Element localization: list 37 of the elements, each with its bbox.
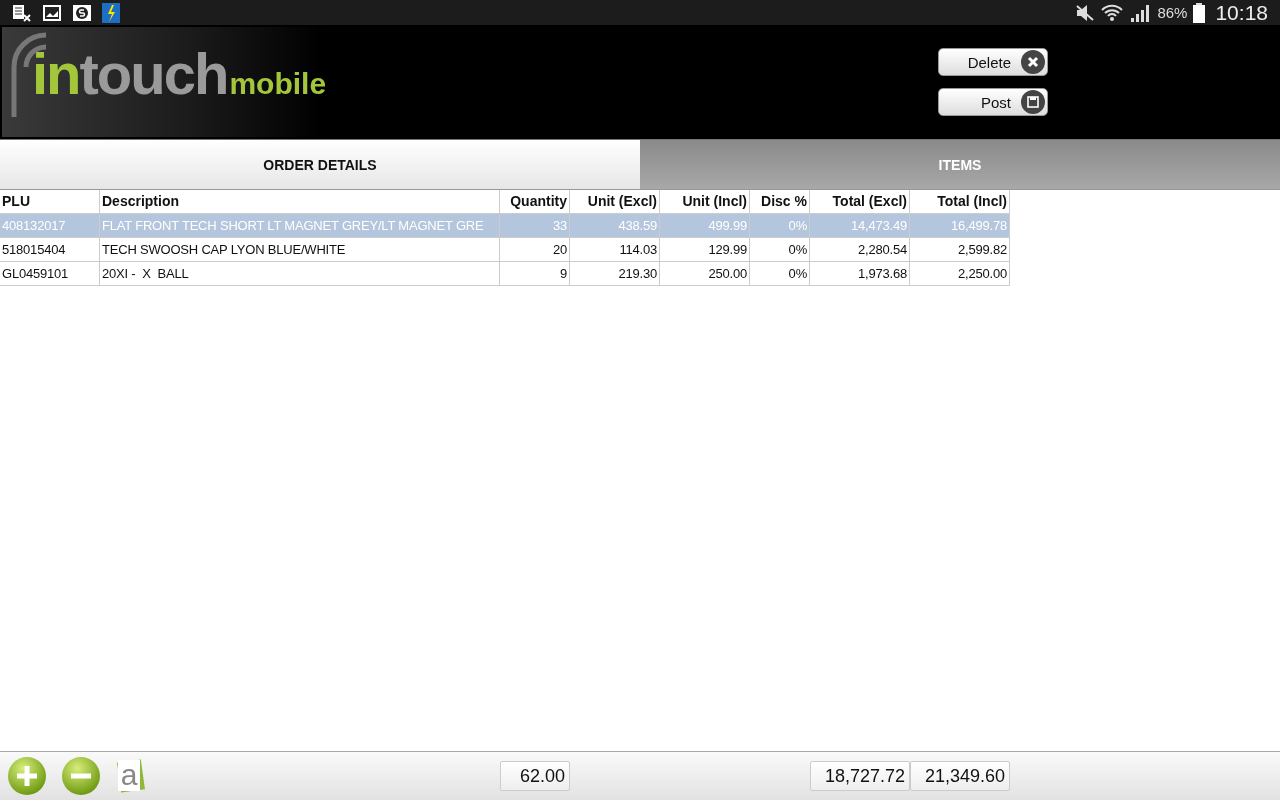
table-cell[interactable]: 219.30 [570,262,660,286]
save-button[interactable]: Post [938,88,1048,116]
table-cell[interactable]: 250.00 [660,262,750,286]
table-cell[interactable]: 20 [500,238,570,262]
table-cell[interactable]: 2,599.82 [910,238,1010,262]
quantity-total-field[interactable]: 62.00 [500,761,570,791]
wifi-icon [1101,2,1124,23]
delete-button[interactable]: Delete [938,48,1048,76]
logo-text: in [32,40,80,107]
table-cell[interactable]: GL0459101 [0,262,100,286]
remove-button[interactable] [61,756,101,796]
table-cell[interactable]: 0% [750,238,810,262]
table-cell[interactable]: 114.03 [570,238,660,262]
notes-button[interactable]: a [115,759,145,793]
signal-icon [1129,2,1152,23]
table-cell[interactable]: 2,250.00 [910,262,1010,286]
table-cell[interactable]: 2,280.54 [810,238,910,262]
table-cell[interactable]: 9 [500,262,570,286]
battery-percentage: 86% [1157,4,1188,21]
logo-text: mobile [229,67,327,101]
total-incl-field[interactable]: 21,349.60 [910,761,1010,791]
table-cell[interactable]: 1,973.68 [810,262,910,286]
floppy-disk-icon [1021,90,1045,114]
lightning-icon [102,2,120,23]
image-icon [42,3,62,22]
table-cell[interactable]: 518015404 [0,238,100,262]
mute-icon [1075,3,1096,22]
table-cell[interactable]: TECH SWOOSH CAP LYON BLUE/WHITE [100,238,500,262]
battery-icon [1193,2,1206,23]
logo-text: touch [79,40,228,107]
clock-time: 10:18 [1215,0,1268,25]
table-cell[interactable]: 129.99 [660,238,750,262]
total-excl-field[interactable]: 18,727.72 [810,761,910,791]
add-button[interactable] [7,756,47,796]
close-icon [1021,50,1045,74]
table-cell[interactable]: 20XI - X BALL [100,262,500,286]
table-cell[interactable]: 0% [750,262,810,286]
